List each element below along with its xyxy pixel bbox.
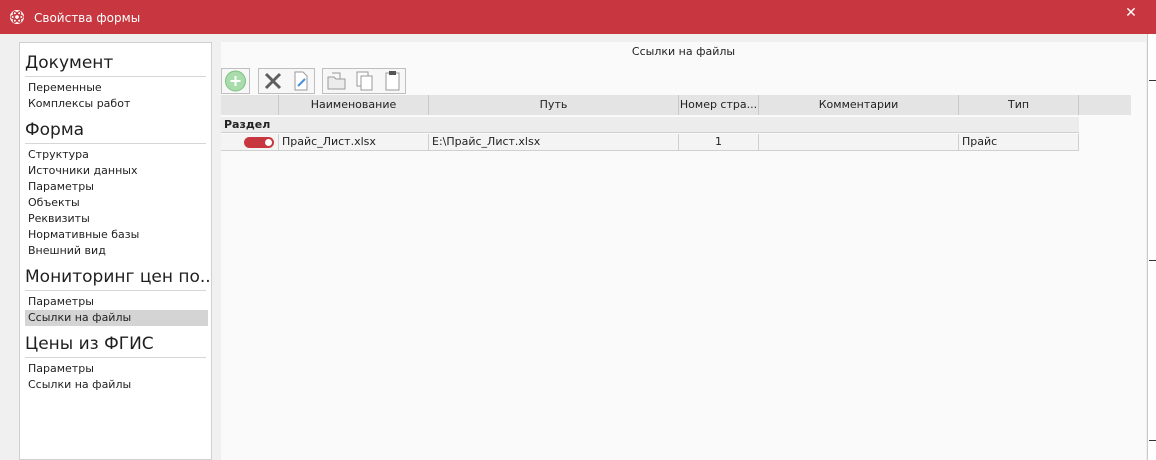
paste-button[interactable] xyxy=(379,69,406,93)
column-header-comments[interactable]: Комментарии xyxy=(759,95,959,115)
sidebar-item-requisites[interactable]: Реквизиты xyxy=(25,211,208,227)
sidebar-item-fgis-file-links[interactable]: Ссылки на файлы xyxy=(25,377,208,393)
paste-icon xyxy=(385,71,400,91)
delete-edit-button-group xyxy=(258,68,315,94)
group-label: Раздел xyxy=(224,118,271,131)
panel-title: Ссылки на файлы xyxy=(631,45,736,58)
title-bar: Свойства формы ✕ xyxy=(0,0,1156,34)
table-row[interactable]: Прайс_Лист.xlsx E:\Прайс_Лист.xlsx 1 Пра… xyxy=(221,134,1079,151)
section-divider xyxy=(25,357,206,358)
sidebar-item-monitoring-parameters[interactable]: Параметры xyxy=(25,294,208,310)
sidebar-item-monitoring-file-links[interactable]: Ссылки на файлы xyxy=(25,310,208,326)
sidebar-item-variables[interactable]: Переменные xyxy=(25,80,208,96)
copy-button[interactable] xyxy=(351,69,378,93)
sidebar-section-document: Документ xyxy=(25,53,114,73)
group-row[interactable]: Раздел xyxy=(221,117,1079,133)
open-folder-icon xyxy=(327,72,346,90)
sidebar: Документ Переменные Комплексы работ Форм… xyxy=(19,42,212,460)
column-header-page-number[interactable]: Номер стра... xyxy=(679,95,759,115)
column-header-type[interactable]: Тип xyxy=(959,95,1079,115)
delete-icon xyxy=(264,72,282,90)
toggle-knob xyxy=(265,139,272,146)
sidebar-item-form-parameters[interactable]: Параметры xyxy=(25,179,208,195)
grid-header: Наименование Путь Номер стра... Коммента… xyxy=(221,95,1131,115)
cell-path[interactable]: E:\Прайс_Лист.xlsx xyxy=(429,134,679,150)
sidebar-item-work-complexes[interactable]: Комплексы работ xyxy=(25,96,208,112)
sidebar-item-normative-bases[interactable]: Нормативные базы xyxy=(25,227,208,243)
cell-page-number[interactable]: 1 xyxy=(679,134,759,150)
app-logo-icon xyxy=(10,10,24,24)
delete-button[interactable] xyxy=(259,69,287,93)
column-header-toggle[interactable] xyxy=(221,95,279,115)
section-divider xyxy=(25,290,206,291)
cell-name[interactable]: Прайс_Лист.xlsx xyxy=(279,134,429,150)
column-header-name[interactable]: Наименование xyxy=(279,95,429,115)
close-button[interactable]: ✕ xyxy=(1118,2,1144,24)
cell-type[interactable]: Прайс xyxy=(959,134,1079,150)
add-icon xyxy=(225,70,246,92)
sidebar-section-form: Форма xyxy=(25,120,85,140)
clipboard-button-group xyxy=(322,68,406,94)
sidebar-item-objects[interactable]: Объекты xyxy=(25,195,208,211)
sidebar-section-price-monitoring: Мониторинг цен по... xyxy=(25,267,210,287)
close-icon: ✕ xyxy=(1125,5,1137,21)
window-title: Свойства формы xyxy=(34,11,141,25)
add-button[interactable] xyxy=(221,68,250,94)
sidebar-section-fgis-prices: Цены из ФГИС xyxy=(25,334,154,354)
background-window-edge xyxy=(1147,34,1156,460)
section-divider xyxy=(25,143,206,144)
cell-comment[interactable] xyxy=(759,134,959,150)
copy-icon xyxy=(356,71,373,91)
column-header-path[interactable]: Путь xyxy=(429,95,679,115)
sidebar-item-data-sources[interactable]: Источники данных xyxy=(25,163,208,179)
file-links-panel: Ссылки на файлы Наименование Путь Номер … xyxy=(221,42,1146,460)
edit-icon xyxy=(294,71,308,91)
sidebar-item-fgis-parameters[interactable]: Параметры xyxy=(25,361,208,377)
edit-button[interactable] xyxy=(287,69,314,93)
open-folder-button[interactable] xyxy=(323,69,350,93)
toggle-cell xyxy=(221,134,279,150)
section-divider xyxy=(25,76,206,77)
enabled-toggle[interactable] xyxy=(244,137,274,148)
sidebar-item-structure[interactable]: Структура xyxy=(25,147,208,163)
sidebar-item-appearance[interactable]: Внешний вид xyxy=(25,243,208,259)
